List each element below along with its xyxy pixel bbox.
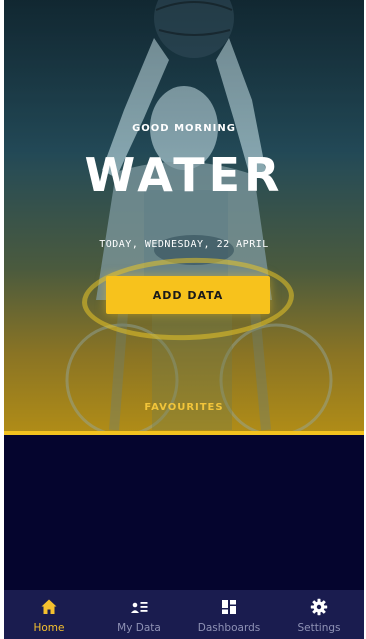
gear-icon [310,598,328,616]
home-icon [41,599,57,614]
list-icon [131,602,148,613]
tab-home[interactable]: Home [4,590,94,639]
tab-settings-label: Settings [297,622,341,634]
tab-dashboards[interactable]: Dashboards [184,590,274,639]
tab-dashboards-label: Dashboards [197,622,261,634]
greeting-text: GOOD MORNING [132,123,236,134]
tab-settings[interactable]: Settings [274,590,364,639]
app-screen: GOOD MORNING WATER TODAY, WEDNESDAY, 22 … [4,0,364,639]
user-name-title: WATER [84,148,284,202]
dashboard-icon [222,600,236,614]
hero-banner: GOOD MORNING WATER TODAY, WEDNESDAY, 22 … [4,0,364,432]
favourites-heading[interactable]: FAVOURITES [4,402,364,413]
add-data-button[interactable]: ADD DATA [106,276,270,314]
tab-my-data[interactable]: My Data [94,590,184,639]
tab-my-data-label: My Data [117,622,161,634]
hero-overlay [4,0,364,432]
bottom-tab-bar: Home My Data Dashboards Settings [4,590,364,639]
date-text: TODAY, WEDNESDAY, 22 APRIL [99,239,269,250]
favourites-content-area [4,435,364,590]
tab-home-label: Home [33,622,65,634]
